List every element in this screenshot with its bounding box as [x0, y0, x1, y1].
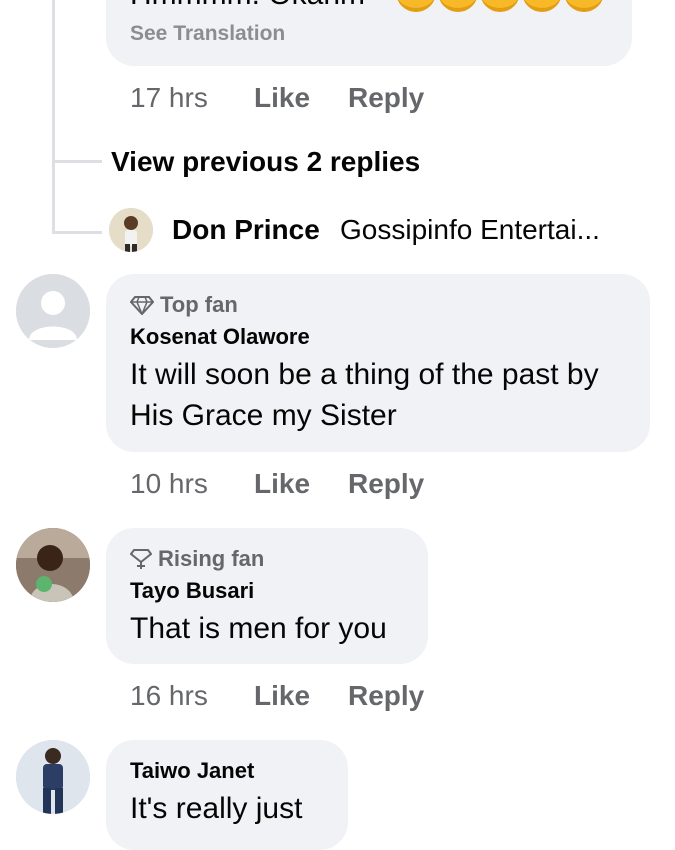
- timestamp: 10 hrs: [130, 468, 208, 499]
- laughing-emoji-icon: [522, 0, 562, 12]
- laughing-emoji-icon: [396, 0, 436, 12]
- thread-branch: [52, 160, 102, 163]
- laughing-emoji-icon: [480, 0, 520, 12]
- like-button[interactable]: Like: [254, 82, 348, 114]
- rising-fan-badge: Rising fan: [130, 546, 264, 572]
- badge-label: Rising fan: [158, 546, 265, 571]
- see-translation-link[interactable]: See Translation: [130, 22, 285, 46]
- comment-text: It's really just: [130, 792, 303, 825]
- reply-preview-text[interactable]: Gossipinfo Entertai...: [340, 214, 600, 246]
- comment-author[interactable]: Tayo Busari: [130, 578, 254, 604]
- reply-button[interactable]: Reply: [348, 680, 424, 712]
- laughing-emoji-icon: [438, 0, 478, 12]
- rising-diamond-icon: [130, 549, 152, 569]
- like-button[interactable]: Like: [254, 680, 348, 712]
- comment-line: His Grace my Sister: [130, 399, 397, 432]
- timestamp: 16 hrs: [130, 680, 208, 711]
- timestamp: 17 hrs: [130, 82, 208, 113]
- avatar[interactable]: [16, 528, 90, 602]
- comment-meta: 10 hrs Like Reply: [130, 468, 424, 500]
- comment-author[interactable]: Kosenat Olawore: [130, 324, 310, 350]
- thread-branch: [52, 231, 102, 234]
- comment-text-cut: Hmmmm. Okanm: [130, 0, 430, 12]
- top-fan-badge: Top fan: [130, 292, 238, 318]
- comment-meta-top: 17 hrs Like Reply: [130, 82, 424, 114]
- person-photo-icon: [109, 208, 153, 252]
- diamond-icon: [130, 296, 154, 315]
- default-profile-icon: [16, 274, 90, 348]
- reply-button[interactable]: Reply: [348, 82, 424, 114]
- laughing-emoji-icon: [564, 0, 604, 12]
- person-photo-icon: [16, 740, 90, 814]
- laughing-emoji-row: [396, 0, 604, 12]
- avatar[interactable]: [109, 208, 153, 252]
- avatar[interactable]: [16, 740, 90, 814]
- avatar-default[interactable]: [16, 274, 90, 348]
- thread-line: [52, 0, 55, 234]
- comment-text: It will soon be a thing of the past by H…: [130, 354, 599, 436]
- reply-button[interactable]: Reply: [348, 468, 424, 500]
- view-previous-replies-link[interactable]: View previous 2 replies: [111, 146, 420, 178]
- reply-author-name[interactable]: Don Prince: [172, 214, 320, 246]
- comment-line: It will soon be a thing of the past by: [130, 358, 599, 391]
- comment-meta: 16 hrs Like Reply: [130, 680, 424, 712]
- comment-text: That is men for you: [130, 612, 387, 645]
- comment-author[interactable]: Taiwo Janet: [130, 758, 254, 784]
- person-photo-icon: [16, 528, 90, 602]
- badge-label: Top fan: [160, 292, 238, 317]
- like-button[interactable]: Like: [254, 468, 348, 500]
